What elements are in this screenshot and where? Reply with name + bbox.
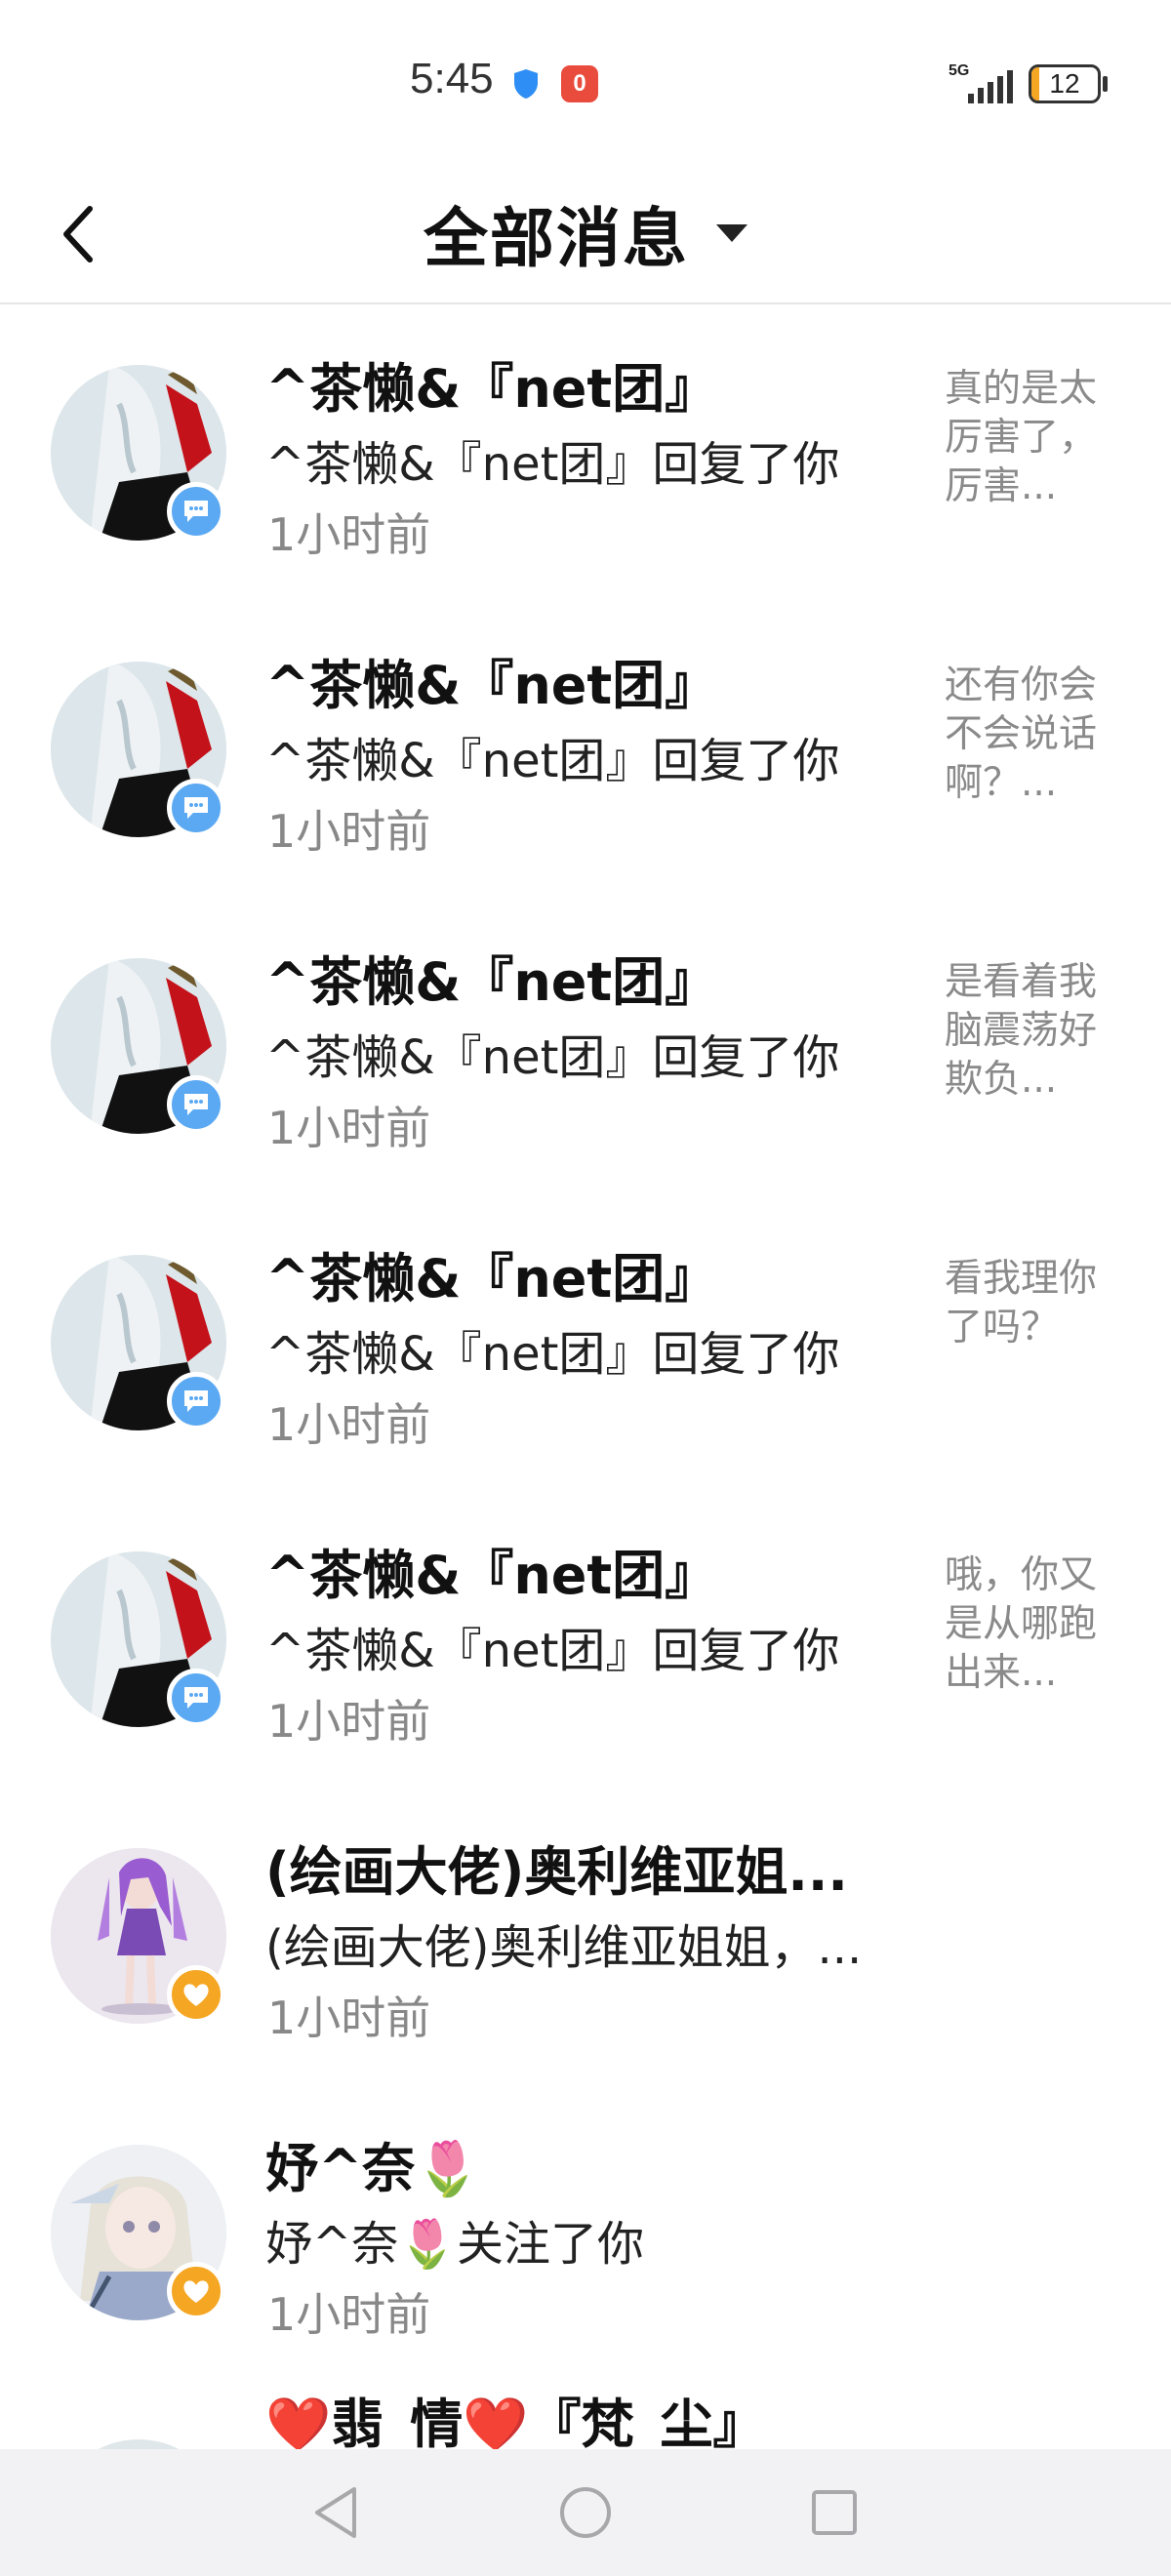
list-item-partial[interactable]: ❤️翡_情❤️『梵_尘』: [0, 2381, 1171, 2449]
like-badge: [167, 2262, 225, 2320]
list-item[interactable]: ^茶懒&『net团』 ^茶懒&『net团』回复了你 1小时前 还有你会不会说话啊？..…: [0, 603, 1171, 900]
back-triangle-icon: [315, 2487, 356, 2538]
list-item[interactable]: ^茶懒&『net团』 ^茶懒&『net团』回复了你 1小时前 哦，你又是从哪跑出来..…: [0, 1493, 1171, 1790]
shield-icon: [514, 69, 538, 99]
item-name: ^茶懒&『net团』: [265, 1545, 718, 1606]
battery-level: 12: [1049, 68, 1080, 99]
list-item[interactable]: ^茶懒&『net团』 ^茶懒&『net团』回复了你 1小时前 真的是太厉害了，厉害..…: [0, 306, 1171, 603]
nav-home-button[interactable]: [551, 2478, 620, 2547]
system-nav-bar: [0, 2449, 1171, 2576]
recents-square-icon: [812, 2490, 857, 2535]
nav-back-button[interactable]: [303, 2478, 371, 2547]
item-name: ^茶懒&『net团』: [265, 1248, 718, 1309]
item-name: (绘画大佬)奥利维亚姐...: [265, 1841, 848, 1903]
message-list: ^茶懒&『net团』 ^茶懒&『net团』回复了你 1小时前 真的是太厉害了，厉害..…: [0, 306, 1171, 2383]
message-page: 5:45 0 5G 12 全部消息 ^茶懒&『net团』 ^茶懒&『net团』回…: [0, 0, 1171, 2576]
item-time: 1小时前: [267, 1398, 431, 1451]
item-description: ^茶懒&『net团』回复了你: [265, 1624, 840, 1678]
item-name: ^茶懒&『net团』: [265, 655, 718, 716]
notification-badge: 0: [561, 65, 598, 102]
item-time: 1小时前: [267, 805, 431, 858]
comment-badge: [167, 1669, 225, 1727]
item-time: 1小时前: [267, 1992, 431, 2044]
comment-icon: [184, 1094, 208, 1115]
list-item[interactable]: ^茶懒&『net团』 ^茶懒&『net团』回复了你 1小时前 看我理你了吗？: [0, 1196, 1171, 1493]
nav-recents-button[interactable]: [800, 2478, 868, 2547]
header: 全部消息: [0, 166, 1171, 304]
comment-icon: [184, 797, 208, 819]
status-bar: 5:45 0 5G 12: [0, 0, 1171, 166]
like-badge: [167, 1965, 225, 2024]
item-description: ^茶懒&『net团』回复了你: [265, 1030, 840, 1085]
item-name: ❤️翡_情❤️『梵_尘』: [265, 2394, 766, 2449]
signal-icon: 5G: [949, 62, 1013, 105]
comment-icon: [184, 1390, 208, 1412]
item-description: ^茶懒&『net团』回复了你: [265, 437, 840, 492]
comment-badge: [167, 482, 225, 541]
item-time: 1小时前: [267, 1102, 431, 1154]
status-time: 5:45: [410, 55, 494, 102]
battery-tip: [1103, 76, 1108, 92]
item-preview: 哦，你又是从哪跑出来...: [945, 1553, 1098, 1695]
home-circle-icon: [560, 2487, 611, 2538]
item-name: ^茶懒&『net团』: [265, 951, 718, 1013]
item-preview: 真的是太厉害了，厉害...: [945, 367, 1098, 508]
item-time: 1小时前: [267, 508, 431, 561]
page-title: 全部消息: [424, 201, 689, 276]
comment-icon: [184, 1687, 208, 1709]
list-item[interactable]: 妤^奈🌷 妤^奈🌷关注了你 1小时前: [0, 2086, 1171, 2383]
item-name: ^茶懒&『net团』: [265, 358, 718, 420]
comment-badge: [167, 779, 225, 837]
item-description: ^茶懒&『net团』回复了你: [265, 1327, 840, 1382]
item-description: ^茶懒&『net团』回复了你: [265, 734, 840, 788]
title-dropdown[interactable]: 全部消息: [0, 189, 1171, 277]
item-time: 1小时前: [267, 1695, 431, 1748]
item-name: 妤^奈🌷: [265, 2138, 481, 2199]
comment-badge: [167, 1075, 225, 1134]
item-preview: 是看着我脑震荡好欺负...: [945, 960, 1098, 1102]
comment-icon: [184, 501, 208, 522]
item-description: (绘画大佬)奥利维亚姐姐，...: [265, 1920, 863, 1975]
heart-icon: [183, 1984, 209, 2006]
battery-icon: 12: [1029, 64, 1101, 103]
item-time: 1小时前: [267, 2288, 431, 2341]
item-description: 妤^奈🌷关注了你: [265, 2217, 644, 2272]
item-preview: 还有你会不会说话啊？...: [945, 664, 1098, 805]
caret-down-icon: [716, 224, 747, 242]
heart-icon: [183, 2280, 209, 2303]
item-preview: 看我理你了吗？: [945, 1257, 1098, 1349]
avatar: [51, 2439, 226, 2449]
network-label: 5G: [949, 62, 970, 79]
list-item[interactable]: (绘画大佬)奥利维亚姐... (绘画大佬)奥利维亚姐姐，... 1小时前: [0, 1790, 1171, 2086]
list-item[interactable]: ^茶懒&『net团』 ^茶懒&『net团』回复了你 1小时前 是看着我脑震荡好欺负..…: [0, 900, 1171, 1196]
comment-badge: [167, 1372, 225, 1430]
